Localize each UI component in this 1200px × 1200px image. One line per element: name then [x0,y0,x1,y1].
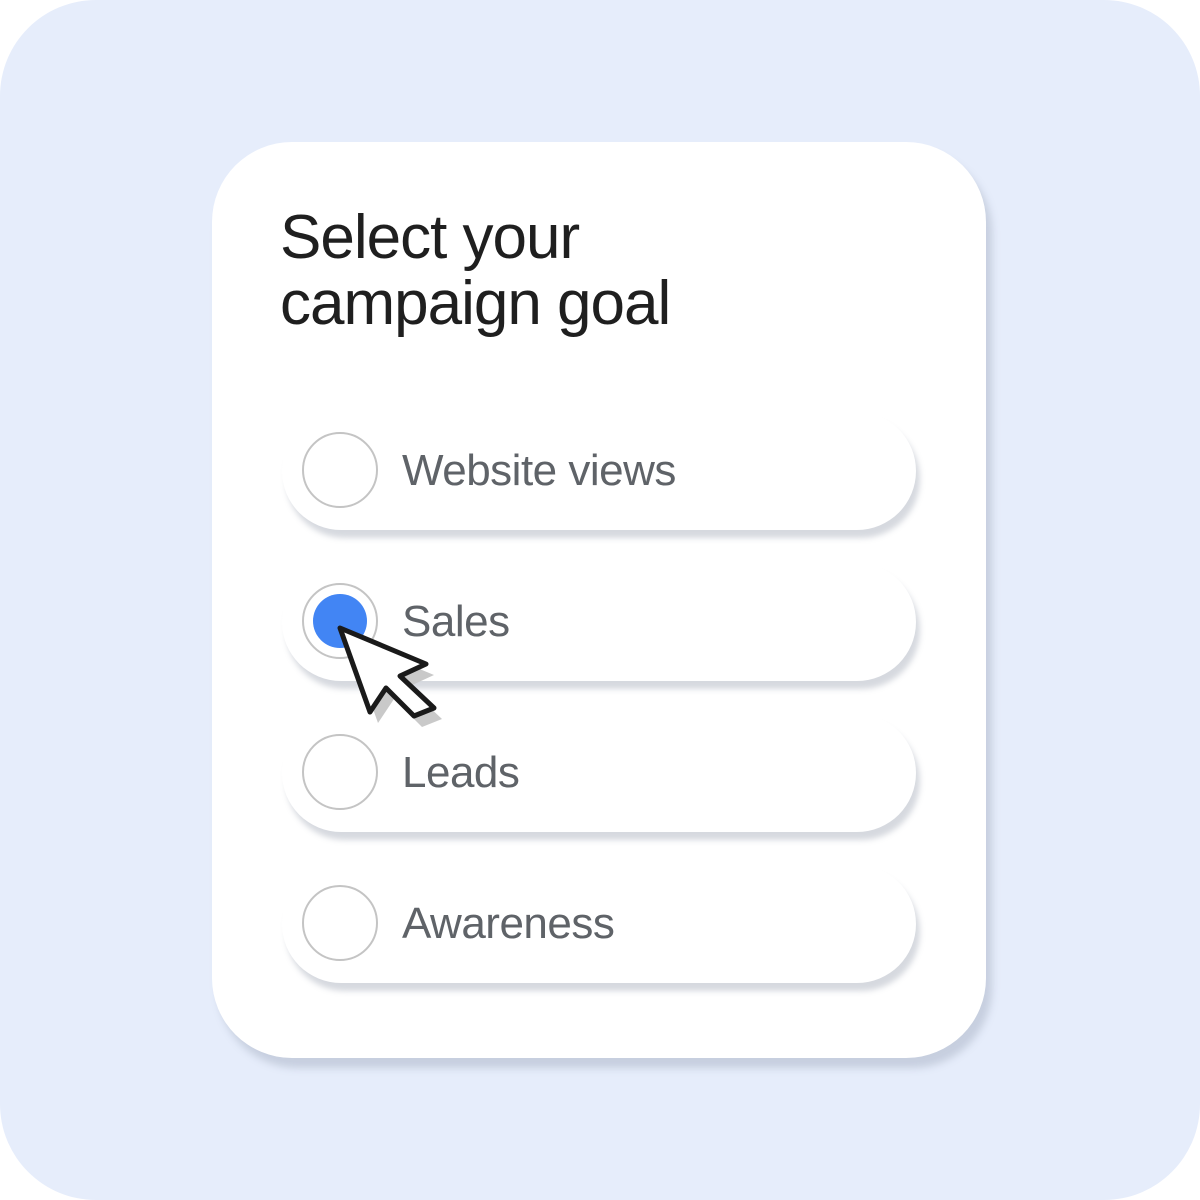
radio-sales[interactable] [302,583,378,659]
option-label: Website views [402,446,676,495]
option-leads[interactable]: Leads [282,714,916,832]
option-website-views[interactable]: Website views [282,412,916,530]
option-sales[interactable]: Sales [282,563,916,681]
option-awareness[interactable]: Awareness [282,865,916,983]
option-label: Awareness [402,899,615,948]
option-label: Leads [402,748,520,797]
radio-leads[interactable] [302,734,378,810]
radio-dot [313,594,367,648]
page-title: Select your campaign goal [280,203,671,338]
radio-awareness[interactable] [302,885,378,961]
radio-website-views[interactable] [302,432,378,508]
option-label: Sales [402,597,510,646]
